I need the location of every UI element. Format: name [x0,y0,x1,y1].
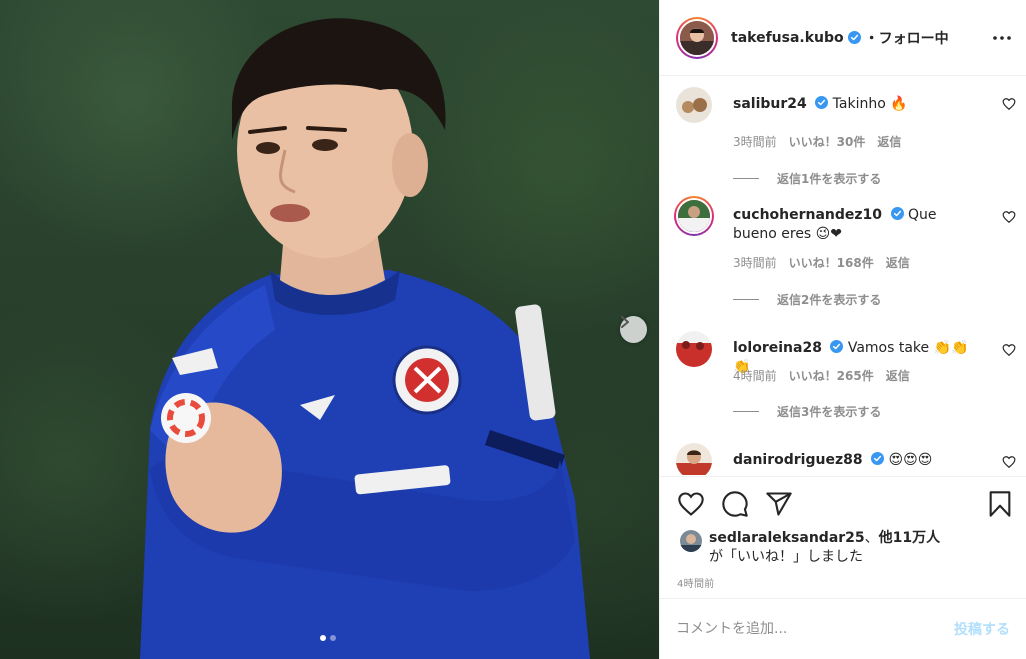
comment-meta: 3時間前 いいね！168件 返信 [733,254,910,271]
comment-reply-button[interactable]: 返信 [877,133,901,150]
verified-badge-icon [871,452,885,465]
view-replies-button[interactable]: 返信2件を表示する [733,291,881,308]
comment-input[interactable] [676,621,954,637]
share-paper-plane-icon[interactable] [765,490,793,518]
carousel-next-button[interactable] [620,316,647,343]
comment-likes-count[interactable]: いいね！265件 [789,367,874,384]
liked-by-separator: 、 [864,530,879,546]
comment-text: Takinho 🔥 [832,96,908,112]
more-options-button[interactable] [990,26,1014,50]
like-heart-icon[interactable] [677,490,705,518]
comment-reply-button[interactable]: 返信 [886,254,910,271]
chevron-right-icon [621,316,629,328]
liked-by-others-count[interactable]: 他11万人 [879,530,940,546]
view-replies-label: 返信3件を表示する [777,405,882,419]
post-header: takefusa.kubo ・フォロー中 [660,0,1026,76]
commenter-username[interactable]: salibur24 [733,96,807,112]
comment-time: 4時間前 [733,369,777,383]
post-actions: sedlaraleksandar25、他11万人 が「いいね！」しました 4時間… [660,476,1026,598]
commenter-username[interactable]: cuchohernandez10 [733,207,882,223]
commenter-avatar[interactable] [676,331,712,367]
author-avatar[interactable] [676,16,718,59]
more-dots-icon [993,36,1011,40]
view-replies-label: 返信1件を表示する [777,172,882,186]
comment-meta: 3時間前 いいね！30件 返信 [733,133,901,150]
verified-badge-icon [890,207,904,220]
commenter-username[interactable]: loloreina28 [733,340,822,356]
comment-time: 3時間前 [733,256,777,270]
carousel-dot [330,635,336,641]
comment-like-heart-icon[interactable] [1002,97,1016,111]
liker-avatar[interactable] [680,530,702,552]
comment-likes-count[interactable]: いいね！168件 [789,254,874,271]
comment-bubble-icon[interactable] [721,490,749,518]
view-replies-button[interactable]: 返信3件を表示する [733,403,881,420]
commenter-avatar[interactable] [676,443,712,475]
comment-composer: 投稿する [660,598,1026,659]
post-details-panel: takefusa.kubo ・フォロー中 salibur24 Takinho 🔥 [659,0,1026,659]
post-comment-button[interactable]: 投稿する [954,619,1010,639]
author-username[interactable]: takefusa.kubo [731,30,844,46]
player-photo [140,18,590,659]
post-photo[interactable] [0,0,659,659]
comment-time: 3時間前 [733,135,777,149]
comment-text: 😍😍😍 [888,452,933,468]
liker-username[interactable]: sedlaraleksandar25 [709,530,865,546]
follow-status-button[interactable]: ・フォロー中 [865,28,949,48]
commenter-username[interactable]: danirodriguez88 [733,452,863,468]
comment-like-heart-icon[interactable] [1002,343,1016,357]
commenter-avatar[interactable] [676,87,712,123]
comment-like-heart-icon[interactable] [1002,455,1016,469]
commenter-avatar[interactable] [674,196,714,236]
carousel-indicator [320,635,336,641]
comment-like-heart-icon[interactable] [1002,210,1016,224]
comment-reply-button[interactable]: 返信 [886,367,910,384]
carousel-dot-active [320,635,326,641]
verified-badge-icon [815,96,829,109]
view-replies-label: 返信2件を表示する [777,293,882,307]
liked-by-suffix: が「いいね！」しました [709,549,863,565]
view-replies-button[interactable]: 返信1件を表示する [733,170,881,187]
post-timestamp[interactable]: 4時間前 [677,575,715,590]
comments-list[interactable]: salibur24 Takinho 🔥 3時間前 いいね！30件 返信 返信1件… [660,77,1026,475]
verified-badge-icon [830,340,844,353]
verified-badge-icon [847,31,861,44]
comment-meta: 4時間前 いいね！265件 返信 [733,367,910,384]
comment-likes-count[interactable]: いいね！30件 [789,133,866,150]
save-bookmark-icon[interactable] [986,490,1014,518]
